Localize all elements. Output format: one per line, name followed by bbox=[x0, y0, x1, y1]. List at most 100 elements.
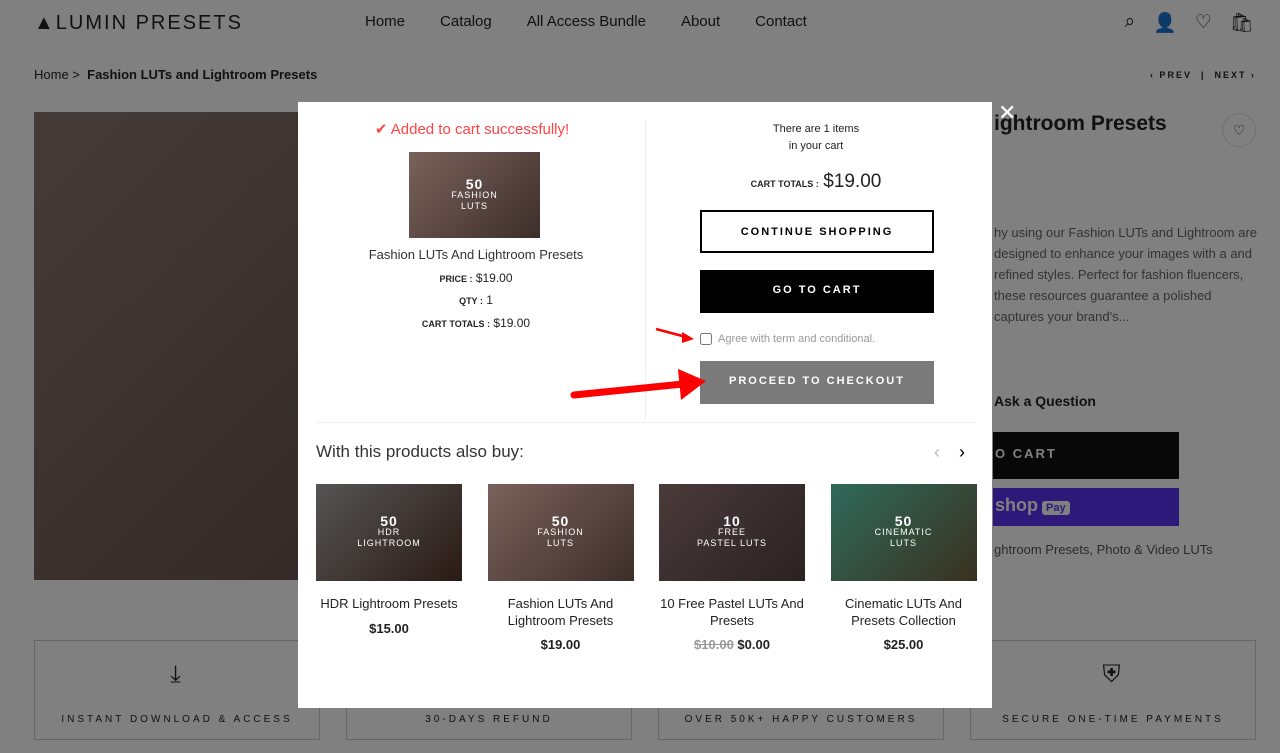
product-card-image[interactable]: 50 HDR LIGHTROOM bbox=[316, 484, 462, 581]
image-text: CINEMATIC bbox=[874, 527, 933, 537]
breadcrumb: Home > Fashion LUTs and Lightroom Preset… bbox=[34, 67, 318, 82]
cart-item-image: 50 FASHION LUTS bbox=[409, 152, 540, 238]
qty-label: QTY : bbox=[459, 296, 483, 306]
add-to-cart-button[interactable]: O CART bbox=[993, 432, 1179, 479]
go-to-cart-button[interactable]: GO TO CART bbox=[700, 270, 934, 313]
price: $25.00 bbox=[883, 637, 924, 652]
product-card-name[interactable]: Fashion LUTs And Lightroom Presets bbox=[488, 595, 634, 629]
breadcrumb-current: Fashion LUTs and Lightroom Presets bbox=[87, 67, 318, 82]
image-text: LIGHTROOM bbox=[357, 538, 421, 548]
cart-count-line: There are 1 items bbox=[772, 123, 860, 135]
price: $15.00 bbox=[369, 621, 409, 636]
success-text: Added to cart successfully! bbox=[390, 121, 570, 138]
feature-download: ⤓ INSTANT DOWNLOAD & ACCESS bbox=[34, 640, 320, 740]
check-icon: ✔ bbox=[374, 121, 388, 138]
cart-totals: CART TOTALS : $19.00 bbox=[698, 171, 934, 193]
carousel-next-icon[interactable]: › bbox=[959, 442, 965, 463]
product-card-image[interactable]: 50 CINEMATIC LUTS bbox=[830, 484, 977, 581]
feature-secure: ⛨ SECURE ONE-TIME PAYMENTS bbox=[970, 640, 1256, 740]
wishlist-icon[interactable]: ♡ bbox=[1195, 11, 1212, 35]
image-text: 50 bbox=[894, 513, 913, 529]
product-card-name[interactable]: 10 Free Pastel LUTs And Presets bbox=[659, 595, 805, 629]
price-label: PRICE : bbox=[439, 274, 473, 284]
image-text: FREE bbox=[717, 527, 746, 537]
account-icon[interactable]: 👤 bbox=[1153, 11, 1177, 35]
image-text: 10 bbox=[723, 513, 741, 529]
old-price: $10.00 bbox=[694, 637, 734, 652]
image-text: PASTEL LUTS bbox=[696, 538, 768, 548]
nav-contact[interactable]: Contact bbox=[755, 13, 807, 30]
ask-question-link[interactable]: Ask a Question bbox=[994, 393, 1096, 409]
prev-link[interactable]: ‹ PREV bbox=[1150, 70, 1192, 80]
product-card[interactable]: 50 HDR LIGHTROOM HDR Lightroom Presets $15… bbox=[316, 484, 462, 636]
product-card-image[interactable]: 50 FASHION LUTS bbox=[487, 484, 634, 581]
product-card-price: $19.00 bbox=[488, 637, 634, 652]
proceed-to-checkout-button[interactable]: PROCEED TO CHECKOUT bbox=[700, 361, 934, 404]
continue-shopping-button[interactable]: CONTINUE SHOPPING bbox=[700, 210, 934, 253]
cart-icon[interactable]: 🛍 bbox=[1230, 11, 1254, 35]
pay-badge: Pay bbox=[1042, 501, 1070, 515]
product-card-price: $10.00 $0.00 bbox=[659, 637, 805, 652]
success-message: ✔ Added to cart successfully! bbox=[298, 120, 646, 138]
added-to-cart-modal: ✔ Added to cart successfully! 50 FASHION L… bbox=[298, 102, 992, 708]
product-card[interactable]: 10 FREE PASTEL LUTS 10 Free Pastel LUTs An… bbox=[659, 484, 805, 652]
terms-agreement: Agree with term and conditional. bbox=[700, 333, 875, 345]
image-text: LUTS bbox=[460, 200, 488, 211]
product-card-name[interactable]: Cinematic LUTs And Presets Collection bbox=[831, 595, 977, 629]
product-card[interactable]: 50 FASHION LUTS Fashion LUTs And Lightroom… bbox=[487, 484, 634, 652]
nav-home[interactable]: Home bbox=[365, 13, 405, 30]
image-text: LUTS bbox=[546, 538, 574, 548]
image-text: LUTS bbox=[889, 538, 917, 548]
logo[interactable]: ▲LUMIN PRESETS bbox=[34, 12, 243, 35]
image-text: 50 bbox=[551, 513, 570, 529]
price: $0.00 bbox=[737, 637, 770, 652]
cart-totals-label: CART TOTALS : bbox=[750, 179, 819, 189]
nav-all-access[interactable]: All Access Bundle bbox=[527, 13, 646, 30]
nav-about[interactable]: About bbox=[681, 13, 720, 30]
breadcrumb-home[interactable]: Home bbox=[34, 67, 69, 82]
agree-label[interactable]: Agree with term and conditional. bbox=[718, 333, 875, 345]
product-title: ightroom Presets bbox=[994, 112, 1167, 135]
nav-catalog[interactable]: Catalog bbox=[440, 13, 492, 30]
small-arrowhead bbox=[682, 332, 694, 343]
large-arrowhead bbox=[678, 369, 706, 400]
product-categories: ghtroom Presets, Photo & Video LUTs bbox=[994, 542, 1213, 557]
large-arrow-icon bbox=[570, 380, 687, 399]
qty-value: 1 bbox=[486, 293, 493, 307]
cart-item-price: PRICE : $19.00 bbox=[298, 271, 654, 285]
image-text: FASHION bbox=[537, 527, 584, 537]
also-buy-heading: With this products also buy: bbox=[316, 442, 524, 461]
product-card-price: $25.00 bbox=[831, 637, 977, 652]
carousel-prev-icon[interactable]: ‹ bbox=[934, 442, 940, 463]
cart-count: There are 1 items in your cart bbox=[698, 121, 934, 155]
product-card-image[interactable]: 10 FREE PASTEL LUTS bbox=[659, 484, 805, 581]
feature-label: OVER 50K+ HAPPY CUSTOMERS bbox=[684, 714, 918, 725]
heart-icon[interactable]: ♡ bbox=[1222, 113, 1256, 147]
cart-item-qty: QTY : 1 bbox=[298, 293, 654, 307]
close-icon[interactable]: ✕ bbox=[998, 100, 1016, 126]
image-text: FASHION bbox=[451, 189, 498, 200]
shield-icon: ⛨ bbox=[1102, 661, 1124, 688]
shop-label: shop bbox=[995, 495, 1038, 515]
product-card-price: $15.00 bbox=[316, 621, 462, 636]
section-divider bbox=[316, 422, 976, 423]
totals-value: $19.00 bbox=[493, 316, 531, 330]
price-value: $19.00 bbox=[475, 271, 513, 285]
pager: ‹ PREV | NEXT › bbox=[1149, 70, 1256, 80]
product-card[interactable]: 50 CINEMATIC LUTS Cinematic LUTs And Prese… bbox=[830, 484, 977, 652]
feature-label: INSTANT DOWNLOAD & ACCESS bbox=[61, 714, 293, 725]
feature-label: 30-DAYS REFUND bbox=[425, 714, 553, 725]
cart-item-name[interactable]: Fashion LUTs And Lightroom Presets bbox=[298, 247, 654, 262]
image-text: 50 bbox=[380, 513, 398, 529]
next-link[interactable]: NEXT › bbox=[1214, 70, 1256, 80]
shop-pay-button[interactable]: shop Pay bbox=[993, 488, 1179, 526]
download-icon: ⤓ bbox=[170, 661, 184, 688]
product-description: hy using our Fashion LUTs and Lightroom … bbox=[994, 225, 1258, 324]
search-icon[interactable]: ⌕ bbox=[1125, 11, 1136, 35]
totals-label: CART TOTALS : bbox=[421, 319, 491, 329]
feature-label: SECURE ONE-TIME PAYMENTS bbox=[1002, 714, 1224, 725]
price: $19.00 bbox=[540, 637, 581, 652]
red-arrow-annotations bbox=[570, 327, 706, 400]
image-text: 50 bbox=[465, 175, 484, 192]
cart-totals-value: $19.00 bbox=[823, 171, 882, 192]
